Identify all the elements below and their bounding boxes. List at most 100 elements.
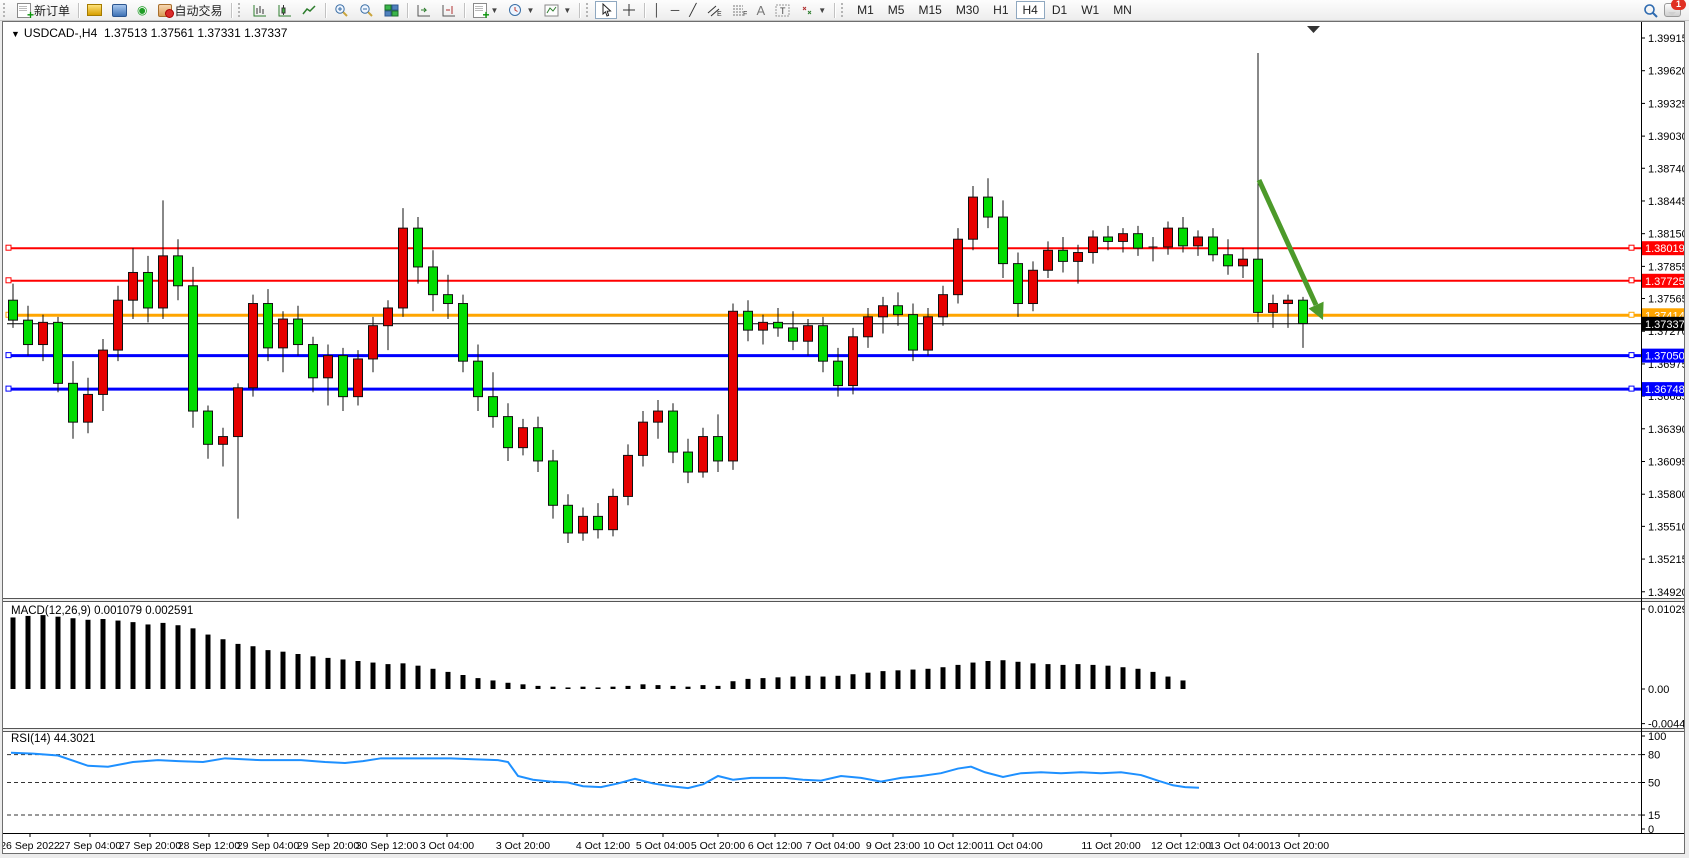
- candle: [969, 197, 978, 239]
- toolbar-grip[interactable]: [841, 3, 846, 17]
- candle: [819, 326, 828, 361]
- label-tool-button[interactable]: T: [770, 2, 795, 19]
- separator: [644, 3, 645, 18]
- candle: [534, 428, 543, 461]
- macd-bar: [686, 687, 691, 689]
- macd-bar: [476, 678, 481, 689]
- search-icon[interactable]: [1643, 3, 1658, 18]
- candle: [894, 306, 903, 315]
- candle: [1209, 237, 1218, 255]
- candle: [714, 437, 723, 461]
- svg-text:100: 100: [1648, 731, 1666, 743]
- tab-timeframe-h4[interactable]: H4: [1016, 1, 1045, 19]
- macd-bar: [311, 656, 316, 689]
- chart-shift-button[interactable]: [436, 2, 461, 19]
- profiles-button[interactable]: [82, 2, 107, 18]
- candle: [1014, 264, 1023, 304]
- macd-bar: [446, 672, 451, 689]
- trendline-tool-button[interactable]: ╱: [684, 1, 701, 19]
- macd-bar: [401, 663, 406, 689]
- macd-bar: [791, 677, 796, 689]
- market-watch-button[interactable]: [107, 2, 132, 19]
- tab-timeframe-h1[interactable]: H1: [986, 1, 1015, 19]
- macd-bar: [1076, 664, 1081, 689]
- tab-timeframe-w1[interactable]: W1: [1074, 1, 1106, 19]
- macd-bar: [1001, 660, 1006, 689]
- tab-timeframe-m30[interactable]: M30: [949, 1, 986, 19]
- zoom-in-button[interactable]: [329, 1, 354, 19]
- candle: [699, 437, 708, 472]
- line-handle: [6, 353, 11, 358]
- toolbar: 新订单 ◉ 自动交易 ▼ ▼ ▼: [0, 0, 1689, 21]
- chart-title: ▼USDCAD-,H4 1.37513 1.37561 1.37331 1.37…: [11, 26, 287, 40]
- line-handle: [6, 278, 11, 283]
- chart-canvas[interactable]: 1.399151.396201.393251.390301.387401.384…: [3, 22, 1684, 853]
- chart-shift-marker[interactable]: [1307, 26, 1320, 33]
- chart-shift-icon: [441, 4, 456, 17]
- level-price-label: 1.36748: [1645, 384, 1684, 396]
- toolbar-grip[interactable]: [238, 3, 243, 17]
- tab-timeframe-m15[interactable]: M15: [911, 1, 948, 19]
- tab-timeframe-m1[interactable]: M1: [850, 1, 881, 19]
- new-order-button[interactable]: 新订单: [12, 0, 75, 21]
- candle: [579, 516, 588, 533]
- time-axis-label: 13 Oct 04:00: [1209, 840, 1269, 852]
- candlestick-mode-button[interactable]: [272, 2, 297, 19]
- candle: [774, 322, 783, 328]
- candle: [1269, 304, 1278, 313]
- macd-bar: [941, 667, 946, 689]
- toolbar-grip[interactable]: [3, 3, 8, 17]
- tab-timeframe-d1[interactable]: D1: [1045, 1, 1074, 19]
- autotrading-button[interactable]: 自动交易: [153, 0, 228, 21]
- svg-text:0.00: 0.00: [1648, 684, 1669, 696]
- macd-bar: [866, 673, 871, 689]
- candle: [264, 304, 273, 348]
- toolbar-grip[interactable]: [586, 3, 591, 17]
- auto-scroll-button[interactable]: [411, 2, 436, 19]
- channel-tool-button[interactable]: E: [702, 2, 727, 19]
- line-chart-mode-button[interactable]: [297, 2, 322, 19]
- bar-chart-mode-button[interactable]: [247, 2, 272, 19]
- templates-button[interactable]: ▼: [539, 2, 576, 19]
- text-tool-button[interactable]: A: [752, 1, 771, 20]
- macd-bar: [1091, 665, 1096, 689]
- indicators-button[interactable]: ▼: [468, 1, 504, 20]
- zoom-out-button[interactable]: [354, 1, 379, 19]
- vertical-line-tool-button[interactable]: │: [648, 1, 666, 19]
- candle: [924, 317, 933, 350]
- macd-label: MACD(12,26,9) 0.001079 0.002591: [11, 605, 193, 617]
- time-axis-label: 5 Oct 20:00: [691, 840, 745, 852]
- macd-name: MACD(12,26,9): [11, 605, 91, 617]
- separator: [325, 3, 326, 18]
- fibonacci-tool-button[interactable]: F: [727, 2, 752, 19]
- macd-bar: [836, 676, 841, 689]
- horizontal-line-tool-button[interactable]: ─: [666, 1, 685, 19]
- time-axis-label: 11 Oct 20:00: [1081, 840, 1141, 852]
- arrows-tool-button[interactable]: ▼: [795, 2, 831, 19]
- annotation-arrow[interactable]: [1259, 180, 1324, 320]
- notifications-icon[interactable]: 1: [1664, 3, 1681, 17]
- cursor-tool-button[interactable]: [595, 1, 617, 19]
- candle: [939, 295, 948, 317]
- time-axis[interactable]: 26 Sep 202227 Sep 04:0027 Sep 20:0028 Se…: [3, 834, 1329, 852]
- separator: [231, 3, 232, 18]
- line-handle: [1629, 245, 1634, 250]
- tile-windows-button[interactable]: [379, 2, 404, 19]
- svg-text:F: F: [743, 11, 747, 17]
- candle: [189, 286, 198, 411]
- horizontal-line-icon: ─: [671, 3, 680, 17]
- tab-timeframe-mn[interactable]: MN: [1106, 1, 1139, 19]
- tab-timeframe-m5[interactable]: M5: [881, 1, 912, 19]
- candle: [39, 322, 48, 344]
- macd-bar: [521, 684, 526, 689]
- level-price-label: 1.37050: [1645, 351, 1684, 363]
- clock-icon: [508, 3, 522, 17]
- label-icon: T: [775, 4, 790, 17]
- crosshair-tool-button[interactable]: [617, 1, 641, 19]
- signals-button[interactable]: ◉: [132, 2, 152, 18]
- candle: [144, 272, 153, 307]
- macd-value-main: 0.001079: [94, 605, 142, 617]
- macd-bar: [326, 658, 331, 689]
- chart-menu-triangle-icon[interactable]: ▼: [11, 29, 20, 39]
- periods-button[interactable]: ▼: [503, 1, 539, 19]
